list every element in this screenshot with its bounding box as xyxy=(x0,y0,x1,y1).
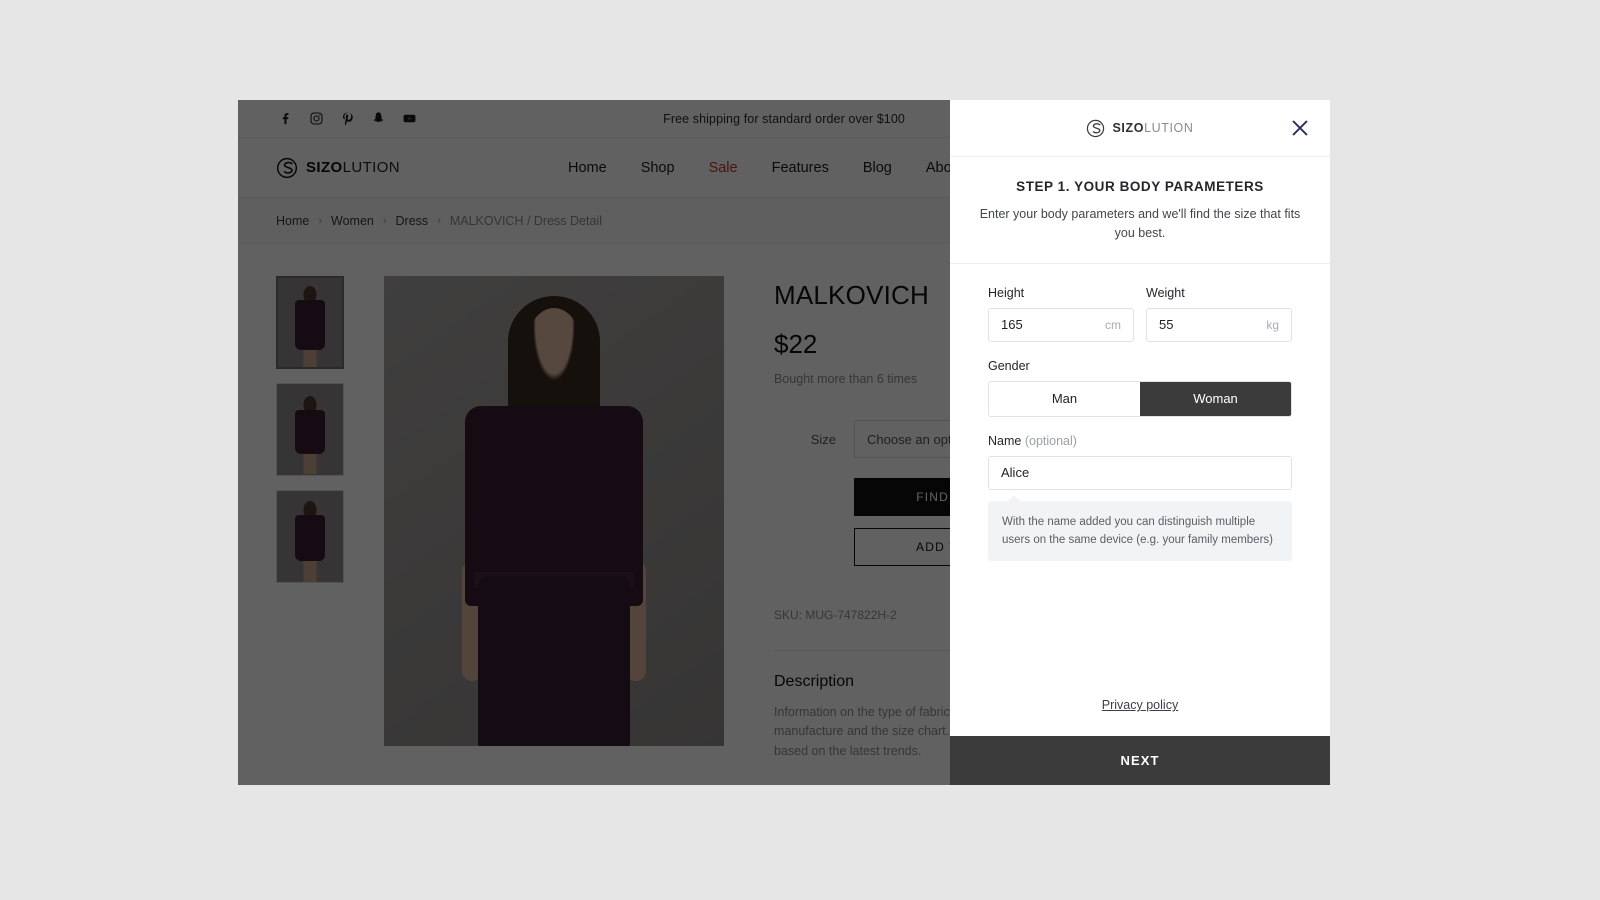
next-button[interactable]: NEXT xyxy=(950,736,1330,785)
measurements-row: Height 165 cm Weight 55 kg xyxy=(988,286,1292,342)
modal-logo: SIZOLUTION xyxy=(1086,119,1193,138)
step-subtitle: Enter your body parameters and we'll fin… xyxy=(979,207,1301,240)
height-value: 165 xyxy=(1001,317,1023,332)
size-finder-modal: SIZOLUTION STEP 1. YOUR BODY PARAMETERS … xyxy=(950,100,1330,785)
height-field-group: Height 165 cm xyxy=(988,286,1134,342)
step-title: STEP 1. YOUR BODY PARAMETERS xyxy=(1016,179,1264,194)
weight-input[interactable]: 55 kg xyxy=(1146,307,1292,342)
browser-viewport: Free shipping for standard order over $1… xyxy=(238,100,1330,785)
name-optional-text: (optional) xyxy=(1024,433,1077,448)
modal-header: SIZOLUTION xyxy=(950,100,1330,157)
name-hint: With the name added you can distinguish … xyxy=(988,494,1292,562)
height-unit: cm xyxy=(1105,317,1121,332)
gender-toggle: Man Woman xyxy=(988,380,1292,417)
close-icon[interactable] xyxy=(1289,117,1311,139)
name-label: Name (optional) xyxy=(988,434,1292,448)
privacy-policy-link[interactable]: Privacy policy xyxy=(1102,698,1178,712)
privacy-policy-row: Privacy policy xyxy=(950,696,1330,736)
gender-label: Gender xyxy=(988,358,1030,373)
weight-label: Weight xyxy=(1146,285,1185,300)
height-label: Height xyxy=(988,285,1025,300)
name-value: Alice xyxy=(1001,465,1030,480)
height-input[interactable]: 165 cm xyxy=(988,307,1134,342)
modal-form: Height 165 cm Weight 55 kg Gender Man Wo… xyxy=(950,264,1330,697)
gender-option-man[interactable]: Man xyxy=(989,381,1140,416)
name-input[interactable]: Alice xyxy=(988,455,1292,490)
weight-value: 55 xyxy=(1159,317,1174,332)
gender-field-group: Gender Man Woman xyxy=(988,359,1292,417)
sizolution-mark-icon xyxy=(1087,119,1105,137)
modal-logo-text: SIZOLUTION xyxy=(1112,121,1194,135)
name-field-group: Name (optional) Alice With the name adde… xyxy=(988,434,1292,562)
modal-intro: STEP 1. YOUR BODY PARAMETERS Enter your … xyxy=(950,157,1330,264)
gender-option-woman[interactable]: Woman xyxy=(1140,381,1291,416)
name-label-text: Name xyxy=(988,433,1022,448)
weight-field-group: Weight 55 kg xyxy=(1146,286,1292,342)
weight-unit: kg xyxy=(1266,317,1279,332)
